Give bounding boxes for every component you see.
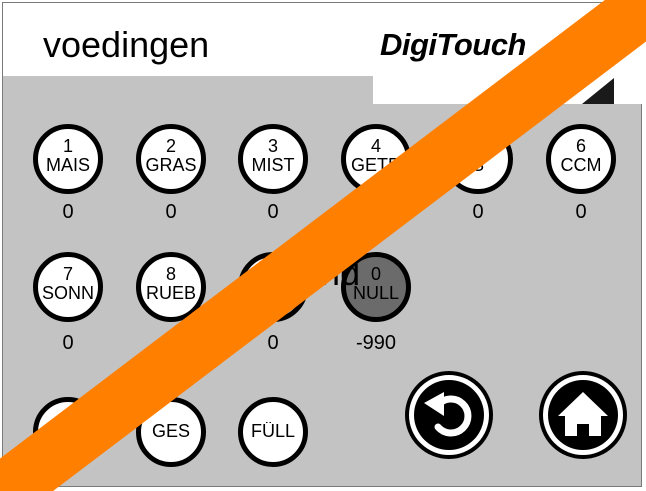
home-button[interactable] <box>538 370 628 460</box>
mode-label: hand <box>280 252 361 293</box>
feed-value: 0 <box>472 201 484 223</box>
feed-button-1[interactable]: 1 MAIS <box>33 124 103 194</box>
feed-number: 1 <box>62 136 73 156</box>
fuell-button[interactable]: FÜLL <box>238 397 308 467</box>
feed-value: 0 <box>575 201 587 223</box>
feed-value: 0 <box>165 201 177 223</box>
feed-label: SONN <box>41 284 94 302</box>
feed-number: 2 <box>165 136 176 156</box>
feed-value: -990 <box>355 332 397 354</box>
feed-button-5[interactable]: S <box>443 124 513 194</box>
back-button[interactable] <box>404 370 494 460</box>
page-title: voedingen <box>43 24 210 65</box>
feed-number: 4 <box>370 136 381 156</box>
feed-value: 0 <box>62 201 74 223</box>
feed-button-6[interactable]: 6 CCM <box>546 124 616 194</box>
feed-button-7[interactable]: 7 SONN <box>33 252 103 322</box>
button-label: RE <box>55 422 81 440</box>
feed-number: 8 <box>165 264 176 284</box>
feed-value: 0 <box>267 332 279 354</box>
feed-number: 6 <box>575 136 586 156</box>
feed-value: 0 <box>62 332 74 354</box>
feed-button-3[interactable]: 3 MIST <box>238 124 308 194</box>
button-label: FÜLL <box>250 422 295 440</box>
button-label: GES <box>151 422 190 440</box>
feed-value: 0 <box>267 201 279 223</box>
ges-button[interactable]: GES <box>136 397 206 467</box>
re-button[interactable]: RE <box>33 397 103 467</box>
feed-label: RUEB <box>145 284 196 302</box>
feed-number: 7 <box>62 264 73 284</box>
undo-arrow-icon <box>405 371 493 459</box>
home-icon <box>539 371 627 459</box>
feed-label: GRAS <box>145 156 197 174</box>
feed-label: CCM <box>560 156 602 174</box>
brand-logo: DigiTouch <box>380 27 526 62</box>
feed-button-4[interactable]: 4 GETR <box>341 124 411 194</box>
feed-label: MAIS <box>45 156 90 174</box>
feed-value: 0 <box>165 332 177 354</box>
feed-number: 3 <box>267 136 278 156</box>
feed-label: S <box>471 156 484 174</box>
feed-button-2[interactable]: 2 GRAS <box>136 124 206 194</box>
logo-mark-icon <box>582 78 614 104</box>
feed-button-8[interactable]: 8 RUEB <box>136 252 206 322</box>
screen: voedingen DigiTouch 1 MAIS 0 2 GRAS 0 3 … <box>0 0 646 491</box>
feed-label: MIST <box>251 156 295 174</box>
feed-label: GETR <box>350 156 401 174</box>
